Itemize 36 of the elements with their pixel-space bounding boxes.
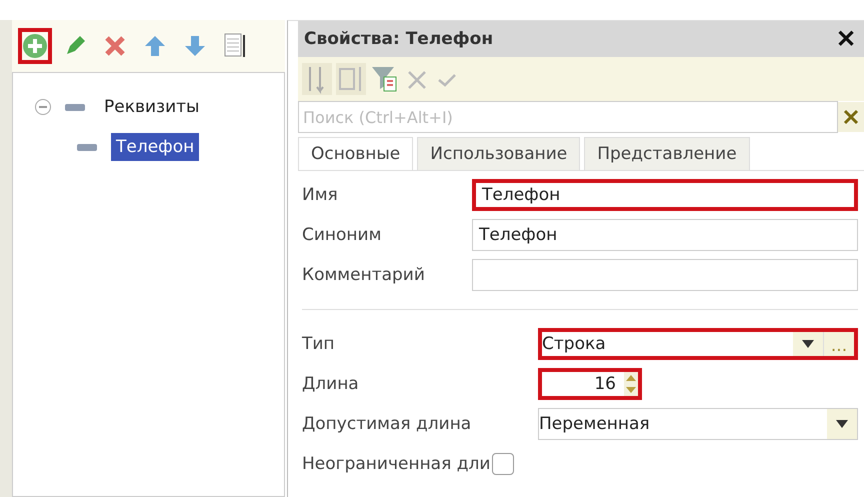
field-label: Тип: [302, 334, 336, 354]
list-icon[interactable]: [224, 33, 246, 59]
checkbox[interactable]: [492, 453, 514, 475]
add-icon[interactable]: [22, 33, 48, 59]
grouping-icon[interactable]: [336, 63, 366, 95]
arrow-down-icon[interactable]: [183, 34, 207, 58]
dropdown-icon[interactable]: [836, 420, 848, 428]
attribute-icon: [65, 104, 85, 110]
sort-icon[interactable]: [302, 63, 332, 95]
attribute-icon: [77, 144, 97, 150]
arrow-up-icon[interactable]: [143, 34, 167, 58]
field-label: Допустимая длина: [302, 414, 472, 434]
type-select[interactable]: Строка ...: [538, 328, 858, 360]
tree-item[interactable]: Телефон: [111, 133, 200, 161]
spinner-icon[interactable]: [624, 372, 638, 396]
field-label: Имя: [302, 185, 339, 205]
delete-icon[interactable]: [104, 35, 126, 57]
tab[interactable]: Основные: [298, 137, 414, 170]
field-label: Синоним: [302, 225, 382, 245]
close-button[interactable]: ✕: [832, 24, 860, 54]
number-field[interactable]: 16: [538, 368, 642, 400]
tab[interactable]: Представление: [584, 137, 750, 170]
clear-icon[interactable]: [838, 102, 864, 132]
field-label: Неограниченная дли: [302, 454, 490, 474]
tab[interactable]: Использование: [417, 137, 580, 170]
search-field[interactable]: Поиск (Ctrl+Alt+I): [298, 101, 838, 133]
text-field[interactable]: Телефон: [472, 219, 858, 251]
field-label: Комментарий: [302, 265, 426, 285]
collapse-icon[interactable]: [35, 99, 51, 115]
panel-title: Свойства: Телефон: [304, 29, 494, 49]
text-field[interactable]: [472, 259, 858, 291]
field-label: Длина: [302, 374, 360, 394]
dropdown-icon[interactable]: [802, 340, 814, 348]
tree-item[interactable]: Реквизиты: [99, 93, 204, 121]
text-field[interactable]: Телефон: [472, 179, 858, 211]
select-field[interactable]: Переменная: [538, 408, 858, 440]
